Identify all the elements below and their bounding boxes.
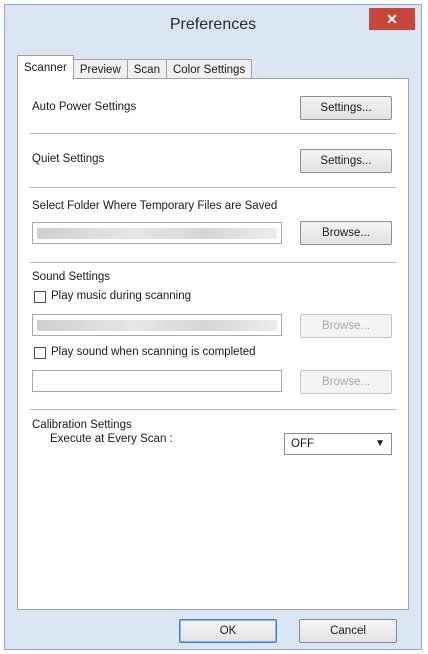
play-sound-complete-label: Play sound when scanning is completed <box>51 346 256 358</box>
divider <box>30 262 396 263</box>
play-sound-complete-checkbox[interactable] <box>34 347 46 359</box>
tab-scan[interactable]: Scan <box>126 59 167 79</box>
music-file-field[interactable] <box>32 314 282 336</box>
blurred-path <box>37 320 277 331</box>
music-browse-button[interactable]: Browse... <box>300 314 392 338</box>
temp-folder-browse-button[interactable]: Browse... <box>300 221 392 245</box>
calibration-settings-label: Calibration Settings <box>32 419 132 431</box>
play-music-label: Play music during scanning <box>51 290 191 302</box>
tab-color-settings[interactable]: Color Settings <box>165 59 253 79</box>
blurred-path <box>37 228 277 239</box>
execute-every-scan-label: Execute at Every Scan : <box>50 433 173 445</box>
quiet-settings-button[interactable]: Settings... <box>300 149 392 173</box>
play-music-checkbox[interactable] <box>34 291 46 303</box>
preferences-window: Preferences ✕ Scanner Preview Scan Color… <box>4 4 422 650</box>
sound-settings-label: Sound Settings <box>32 271 111 283</box>
window-title: Preferences <box>169 16 257 33</box>
temp-folder-label: Select Folder Where Temporary Files are … <box>32 200 278 212</box>
tab-scanner[interactable]: Scanner <box>17 55 74 79</box>
tab-preview[interactable]: Preview <box>72 59 128 79</box>
quiet-settings-label: Quiet Settings <box>32 153 105 165</box>
cancel-button[interactable]: Cancel <box>299 619 397 643</box>
divider <box>30 133 396 134</box>
auto-power-settings-label: Auto Power Settings <box>32 101 137 113</box>
close-icon: ✕ <box>386 11 398 27</box>
divider <box>30 187 396 188</box>
close-button[interactable]: ✕ <box>369 8 415 30</box>
calibration-selected-value: OFF <box>291 438 314 450</box>
auto-power-settings-button[interactable]: Settings... <box>300 96 392 120</box>
title-bar[interactable]: Preferences ✕ <box>5 5 421 45</box>
ok-button[interactable]: OK <box>179 619 277 643</box>
divider <box>30 409 396 410</box>
temp-folder-path-field[interactable] <box>32 222 282 244</box>
complete-sound-browse-button[interactable]: Browse... <box>300 370 392 394</box>
tab-bar: Scanner Preview Scan Color Settings <box>17 55 253 79</box>
complete-sound-file-field[interactable] <box>32 370 282 392</box>
calibration-select[interactable]: OFF ▼ <box>284 433 392 455</box>
scanner-tab-panel: Auto Power Settings Settings... Quiet Se… <box>17 78 409 610</box>
chevron-down-icon: ▼ <box>375 438 385 449</box>
